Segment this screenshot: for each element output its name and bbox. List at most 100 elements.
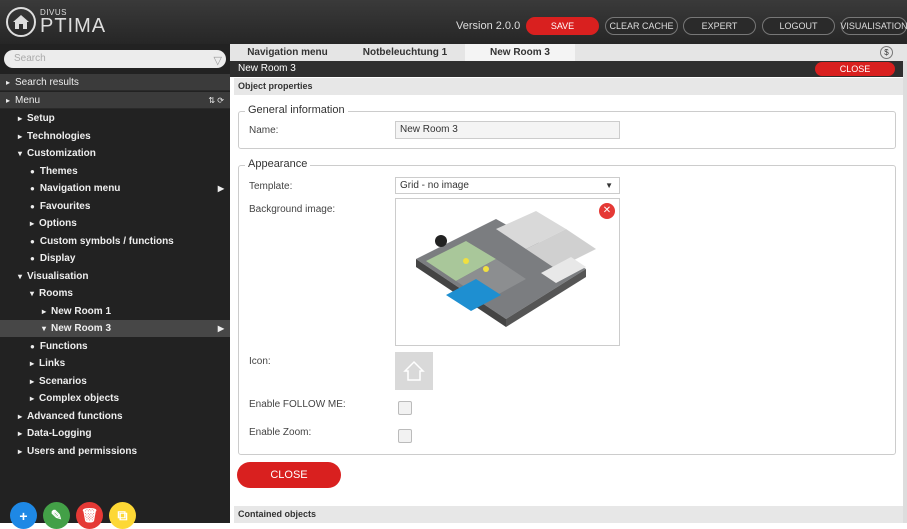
menu-tools-icon[interactable]: ⇅ ⟳ (208, 92, 224, 109)
sidebar-item-bullet: ▸ (18, 429, 23, 438)
visualisation-button[interactable]: VISUALISATION (840, 17, 907, 35)
sidebar: Search ▽ ▸ Search results ▸ Menu ⇅ ⟳ ▸ Setup ▸ T… (0, 44, 230, 529)
sidebar-item-bullet: ▸ (30, 376, 35, 386)
sidebar-item-bullet: ▾ (30, 289, 35, 298)
top-bar: DIVUS PTIMA Version 2.0.0 SAVE CLEAR CAC… (0, 0, 907, 44)
sidebar-item[interactable]: ▸ Complex objects (0, 390, 230, 407)
delete-fab-button[interactable]: 🗑 (76, 502, 103, 529)
sidebar-item[interactable]: ▸ Scenarios (0, 373, 230, 390)
brand-main: PTIMA (40, 14, 107, 37)
breadcrumb: New Room 3 (238, 63, 296, 74)
sidebar-item[interactable]: ● Display (0, 250, 230, 267)
expand-arrow-icon[interactable]: ▶ (218, 180, 224, 197)
expert-button[interactable]: EXPERT (683, 17, 756, 35)
sidebar-item[interactable]: ● Navigation menu ▶ (0, 180, 230, 197)
sidebar-item[interactable]: ▾ Visualisation (0, 268, 230, 285)
sidebar-item[interactable]: ▾ New Room 3 ▶ (0, 320, 230, 337)
sidebar-item-bullet: ▸ (30, 394, 35, 403)
tab-navigation-menu[interactable]: Navigation menu (230, 44, 345, 61)
house-icon (403, 360, 425, 381)
sidebar-item[interactable]: ▸ Setup (0, 110, 230, 127)
sidebar-item[interactable]: ● Favourites (0, 198, 230, 215)
sidebar-item-label: Rooms (39, 288, 73, 299)
tab-notbeleuchtung-1[interactable]: Notbeleuchtung 1 (345, 44, 465, 61)
sidebar-item-bullet: ▸ (18, 446, 23, 456)
floorplan-image (416, 211, 596, 327)
save-button[interactable]: SAVE (526, 17, 599, 35)
sidebar-item[interactable]: ▸ Menu ⇅ ⟳ (0, 92, 230, 109)
sidebar-item-label: Functions (39, 340, 88, 352)
sidebar-item[interactable]: ▸ Search results (0, 74, 230, 91)
sidebar-item[interactable]: ▸ Data-Logging (0, 425, 230, 442)
sidebar-item-label: Links (39, 358, 66, 369)
logout-button[interactable]: LOGOUT (762, 17, 835, 35)
sidebar-item[interactable]: ▸ Technologies (0, 128, 230, 145)
sidebar-item-label: Scenarios (39, 375, 87, 387)
close-button-top[interactable]: CLOSE (815, 62, 895, 76)
follow-me-checkbox[interactable] (398, 401, 412, 415)
sidebar-item-label: Custom symbols / functions (39, 235, 174, 247)
sidebar-item-label: Search results (15, 77, 79, 88)
sidebar-item-bullet: ▾ (18, 271, 23, 281)
sidebar-item-bullet: ▾ (42, 324, 47, 333)
sidebar-item[interactable]: ▸ Options (0, 215, 230, 232)
search-placeholder: Search (14, 53, 46, 64)
icon-picker[interactable] (395, 352, 433, 390)
sidebar-item-label: Data-Logging (27, 428, 92, 439)
sidebar-item-label: Advanced functions (27, 410, 123, 422)
sidebar-item[interactable]: ● Functions (0, 338, 230, 355)
sidebar-item-label: Display (39, 253, 76, 264)
sidebar-item-bullet: ● (30, 184, 35, 193)
scrollbar[interactable] (903, 61, 907, 523)
template-label: Template: (249, 181, 293, 192)
close-button-bottom[interactable]: CLOSE (237, 462, 341, 488)
appearance-legend: Appearance (245, 158, 311, 170)
appearance-section: Appearance Template: Grid - no image ▼ B… (238, 158, 896, 455)
tab-new-room-3[interactable]: New Room 3 (465, 44, 575, 61)
sidebar-item[interactable]: ▾ Rooms (0, 285, 230, 302)
sidebar-item[interactable]: ▸ Users and permissions (0, 443, 230, 460)
template-select[interactable]: Grid - no image ▼ (395, 177, 620, 194)
sidebar-item-bullet: ● (30, 201, 35, 211)
sidebar-item[interactable]: ▸ Links (0, 355, 230, 372)
remove-image-icon[interactable]: ✕ (599, 203, 615, 219)
breadcrumb-bar: New Room 3 CLOSE (230, 61, 907, 77)
contained-objects-header: Contained objects (234, 506, 903, 523)
general-information-section: General information Name: New Room 3 (238, 104, 896, 149)
sidebar-item-bullet: ▸ (6, 78, 11, 87)
sidebar-item-bullet: ▸ (18, 411, 23, 421)
version-label: Version 2.0.0 (456, 20, 521, 32)
sidebar-item[interactable]: ● Themes (0, 163, 230, 180)
zoom-checkbox[interactable] (398, 429, 412, 443)
action-buttons: + ✎ 🗑 ⧉ (10, 502, 136, 529)
copy-fab-button[interactable]: ⧉ (109, 502, 136, 529)
sidebar-item[interactable]: ▸ New Room 1 (0, 303, 230, 320)
sidebar-item-bullet: ▸ (6, 96, 11, 105)
sidebar-item[interactable]: ▾ Customization (0, 145, 230, 162)
tab-bar: Navigation menu Notbeleuchtung 1 New Roo… (230, 44, 907, 61)
sidebar-item-label: Customization (27, 148, 96, 159)
sidebar-item-label: Visualisation (27, 270, 89, 282)
edit-fab-button[interactable]: ✎ (43, 502, 70, 529)
sidebar-item-bullet: ▸ (18, 131, 23, 141)
help-icon[interactable]: $ (880, 46, 893, 59)
clear-cache-button[interactable]: CLEAR CACHE (605, 17, 678, 35)
background-image[interactable]: ✕ (395, 198, 620, 346)
sidebar-item-bullet: ● (30, 341, 35, 351)
filter-icon[interactable]: ▽ (214, 52, 222, 70)
sidebar-item[interactable]: ▸ Advanced functions (0, 408, 230, 425)
template-value: Grid - no image (400, 180, 469, 191)
logo[interactable]: DIVUS PTIMA (6, 7, 106, 37)
search-input[interactable]: Search ▽ (4, 50, 226, 68)
name-label: Name: (249, 125, 279, 136)
expand-arrow-icon[interactable]: ▶ (218, 320, 224, 337)
add-fab-button[interactable]: + (10, 502, 37, 529)
sidebar-item-label: Users and permissions (27, 445, 138, 457)
sidebar-item-label: Menu (15, 95, 41, 106)
object-properties-header: Object properties (234, 78, 903, 95)
sidebar-item[interactable]: ● Custom symbols / functions (0, 233, 230, 250)
sidebar-item-label: Themes (39, 165, 78, 177)
general-information-legend: General information (245, 104, 348, 116)
home-icon (6, 7, 36, 37)
name-field[interactable]: New Room 3 (395, 121, 620, 139)
